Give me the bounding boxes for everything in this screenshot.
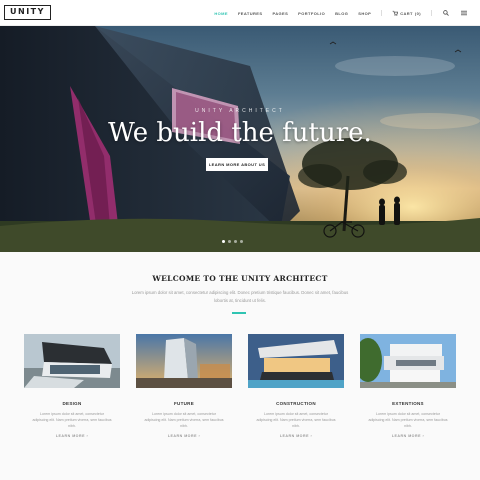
feature-card-future: FUTURE Lorem ipsum dolor sit amet, conse… (136, 334, 232, 438)
menu-divider (431, 10, 432, 16)
design-text: Lorem ipsum dolor sit amet, consectetur … (32, 412, 112, 428)
logo[interactable]: UNITY (4, 5, 51, 20)
future-title: FUTURE (173, 401, 195, 406)
slider-dot[interactable] (234, 240, 237, 243)
design-learn-more-link[interactable]: LEARN MORE › (24, 434, 120, 438)
menu-item-features[interactable]: FEATURES (238, 11, 262, 16)
menu-icon (461, 10, 467, 16)
search-icon (443, 10, 449, 16)
future-text: Lorem ipsum dolor sit amet, consectetur … (144, 412, 224, 428)
welcome-title: WELCOME TO THE UNITY ARCHITECT (152, 274, 328, 283)
main-menu: HOME FEATURES PAGES PORTFOLIO BLOG SHOP … (214, 0, 468, 26)
construction-title: CONSTRUCTION (276, 401, 316, 406)
hero-slider: UNITY ARCHITECT We build the future. LEA… (0, 26, 480, 252)
construction-image[interactable] (248, 334, 344, 388)
future-image[interactable] (136, 334, 232, 388)
menu-item-home[interactable]: HOME (214, 11, 228, 16)
slider-dot[interactable] (240, 240, 243, 243)
slider-pagination (222, 240, 243, 243)
feature-card-design: DESIGN Lorem ipsum dolor sit amet, conse… (24, 334, 120, 438)
extentions-learn-more-link[interactable]: LEARN MORE › (360, 434, 456, 438)
hero-title: We build the future. (108, 118, 372, 148)
menu-item-pages[interactable]: PAGES (272, 11, 288, 16)
hamburger-button[interactable] (460, 9, 468, 17)
hero-kicker: UNITY ARCHITECT (195, 108, 285, 114)
menu-item-blog[interactable]: BLOG (335, 11, 348, 16)
feature-card-extentions: EXTENTIONS Lorem ipsum dolor sit amet, c… (354, 334, 456, 438)
cart-label: CART (400, 10, 413, 16)
construction-learn-more-link[interactable]: LEARN MORE › (248, 434, 344, 438)
top-navigation: UNITY HOME FEATURES PAGES PORTFOLIO BLOG… (0, 0, 480, 26)
menu-divider (381, 10, 383, 16)
extentions-text: Lorem ipsum dolor sit amet, consectetur … (368, 412, 448, 428)
accent-divider (232, 312, 246, 314)
design-image[interactable] (24, 334, 120, 388)
cart-link[interactable]: CART (0) (392, 10, 421, 16)
cart-count: (0) (414, 10, 421, 16)
welcome-text: Lorem ipsum dolor sit amet, consectetur … (131, 290, 349, 303)
slider-dot[interactable] (228, 240, 231, 243)
cart-icon (392, 10, 399, 16)
feature-card-construction: CONSTRUCTION Lorem ipsum dolor sit amet,… (248, 334, 344, 438)
search-button[interactable] (442, 9, 450, 17)
menu-item-shop[interactable]: SHOP (358, 11, 371, 16)
future-learn-more-link[interactable]: LEARN MORE › (136, 434, 232, 438)
construction-text: Lorem ipsum dolor sit amet, consectetur … (256, 412, 336, 428)
slider-dot[interactable] (222, 240, 225, 243)
learn-more-about-us-button[interactable]: LEARN MORE ABOUT US (206, 158, 268, 171)
menu-item-portfolio[interactable]: PORTFOLIO (298, 11, 325, 16)
welcome-section: WELCOME TO THE UNITY ARCHITECT Lorem ips… (0, 252, 480, 480)
extentions-image[interactable] (354, 334, 456, 388)
design-title: DESIGN (62, 401, 82, 406)
extentions-title: EXTENTIONS (392, 401, 424, 406)
